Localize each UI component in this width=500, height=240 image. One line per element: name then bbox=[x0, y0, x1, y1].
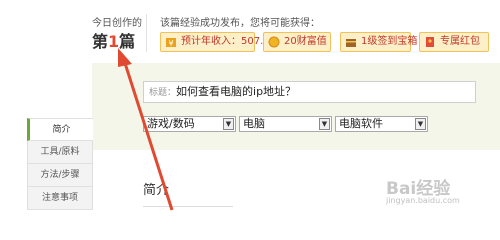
annotation-arrow bbox=[118, 48, 174, 211]
